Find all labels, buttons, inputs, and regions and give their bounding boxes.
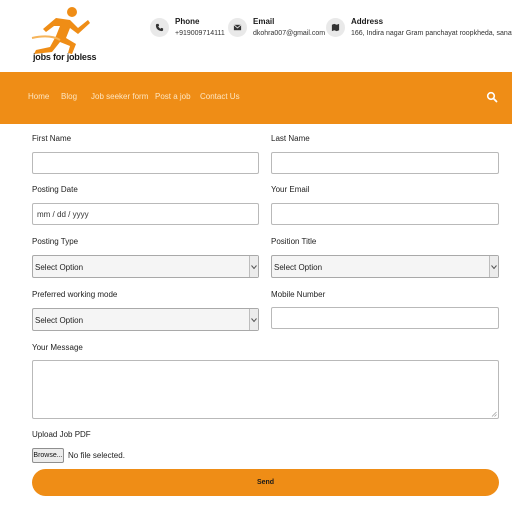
brand-name[interactable]: jobs for jobless [33, 52, 97, 62]
main-navbar: Home Blog Job seeker form Post a job Con… [0, 72, 512, 124]
browse-button[interactable]: Browse... [32, 448, 64, 463]
your-email-input[interactable] [271, 203, 499, 225]
mobile-number-input[interactable] [271, 307, 499, 329]
phone-value: +919009714111 [175, 30, 225, 37]
nav-job-seeker-form[interactable]: Job seeker form [91, 92, 148, 101]
first-name-input[interactable] [32, 152, 259, 174]
first-name-label: First Name [32, 134, 72, 143]
chevron-down-icon [249, 309, 258, 330]
position-title-label: Position Title [271, 237, 317, 246]
chevron-down-icon [489, 256, 498, 277]
site-header: jobs for jobless Phone +919009714111 Ema… [0, 0, 512, 72]
posting-type-value: Select Option [35, 263, 84, 272]
email-icon [228, 18, 247, 37]
position-title-select[interactable]: Select Option [271, 255, 499, 278]
posting-type-label: Posting Type [32, 237, 79, 246]
contact-phone: Phone +919009714111 [150, 16, 225, 40]
working-mode-value: Select Option [35, 316, 84, 325]
posting-date-placeholder: mm / dd / yyyy [37, 210, 89, 219]
working-mode-select[interactable]: Select Option [32, 308, 259, 331]
posting-date-label: Posting Date [32, 185, 78, 194]
message-textarea[interactable] [32, 360, 499, 419]
mobile-number-label: Mobile Number [271, 290, 326, 299]
send-button[interactable]: Send [32, 469, 499, 496]
email-label: Email [253, 17, 275, 26]
message-label: Your Message [32, 343, 83, 352]
phone-icon [150, 18, 169, 37]
resize-grip-icon[interactable] [491, 411, 497, 417]
contact-email: Email dkohra007@gmail.com [228, 16, 325, 40]
address-label: Address [351, 17, 384, 26]
nav-home[interactable]: Home [28, 92, 49, 101]
search-icon[interactable] [486, 91, 498, 103]
your-email-label: Your Email [271, 185, 310, 194]
chevron-down-icon [249, 256, 258, 277]
nav-blog[interactable]: Blog [61, 92, 77, 101]
last-name-input[interactable] [271, 152, 499, 174]
map-icon [326, 18, 345, 37]
nav-contact-us[interactable]: Contact Us [200, 92, 240, 101]
upload-label: Upload Job PDF [32, 430, 91, 439]
position-title-value: Select Option [274, 263, 323, 272]
file-status: No file selected. [68, 451, 125, 460]
email-value: dkohra007@gmail.com [253, 30, 326, 37]
address-value: 166, Indira nagar Gram panchayat roopkhe… [351, 30, 512, 37]
last-name-label: Last Name [271, 134, 310, 143]
phone-label: Phone [175, 17, 200, 26]
posting-date-input[interactable]: mm / dd / yyyy [32, 203, 259, 225]
posting-type-select[interactable]: Select Option [32, 255, 259, 278]
working-mode-label: Preferred working mode [32, 290, 118, 299]
contact-address: Address 166, Indira nagar Gram panchayat… [326, 16, 512, 40]
nav-post-a-job[interactable]: Post a job [155, 92, 191, 101]
